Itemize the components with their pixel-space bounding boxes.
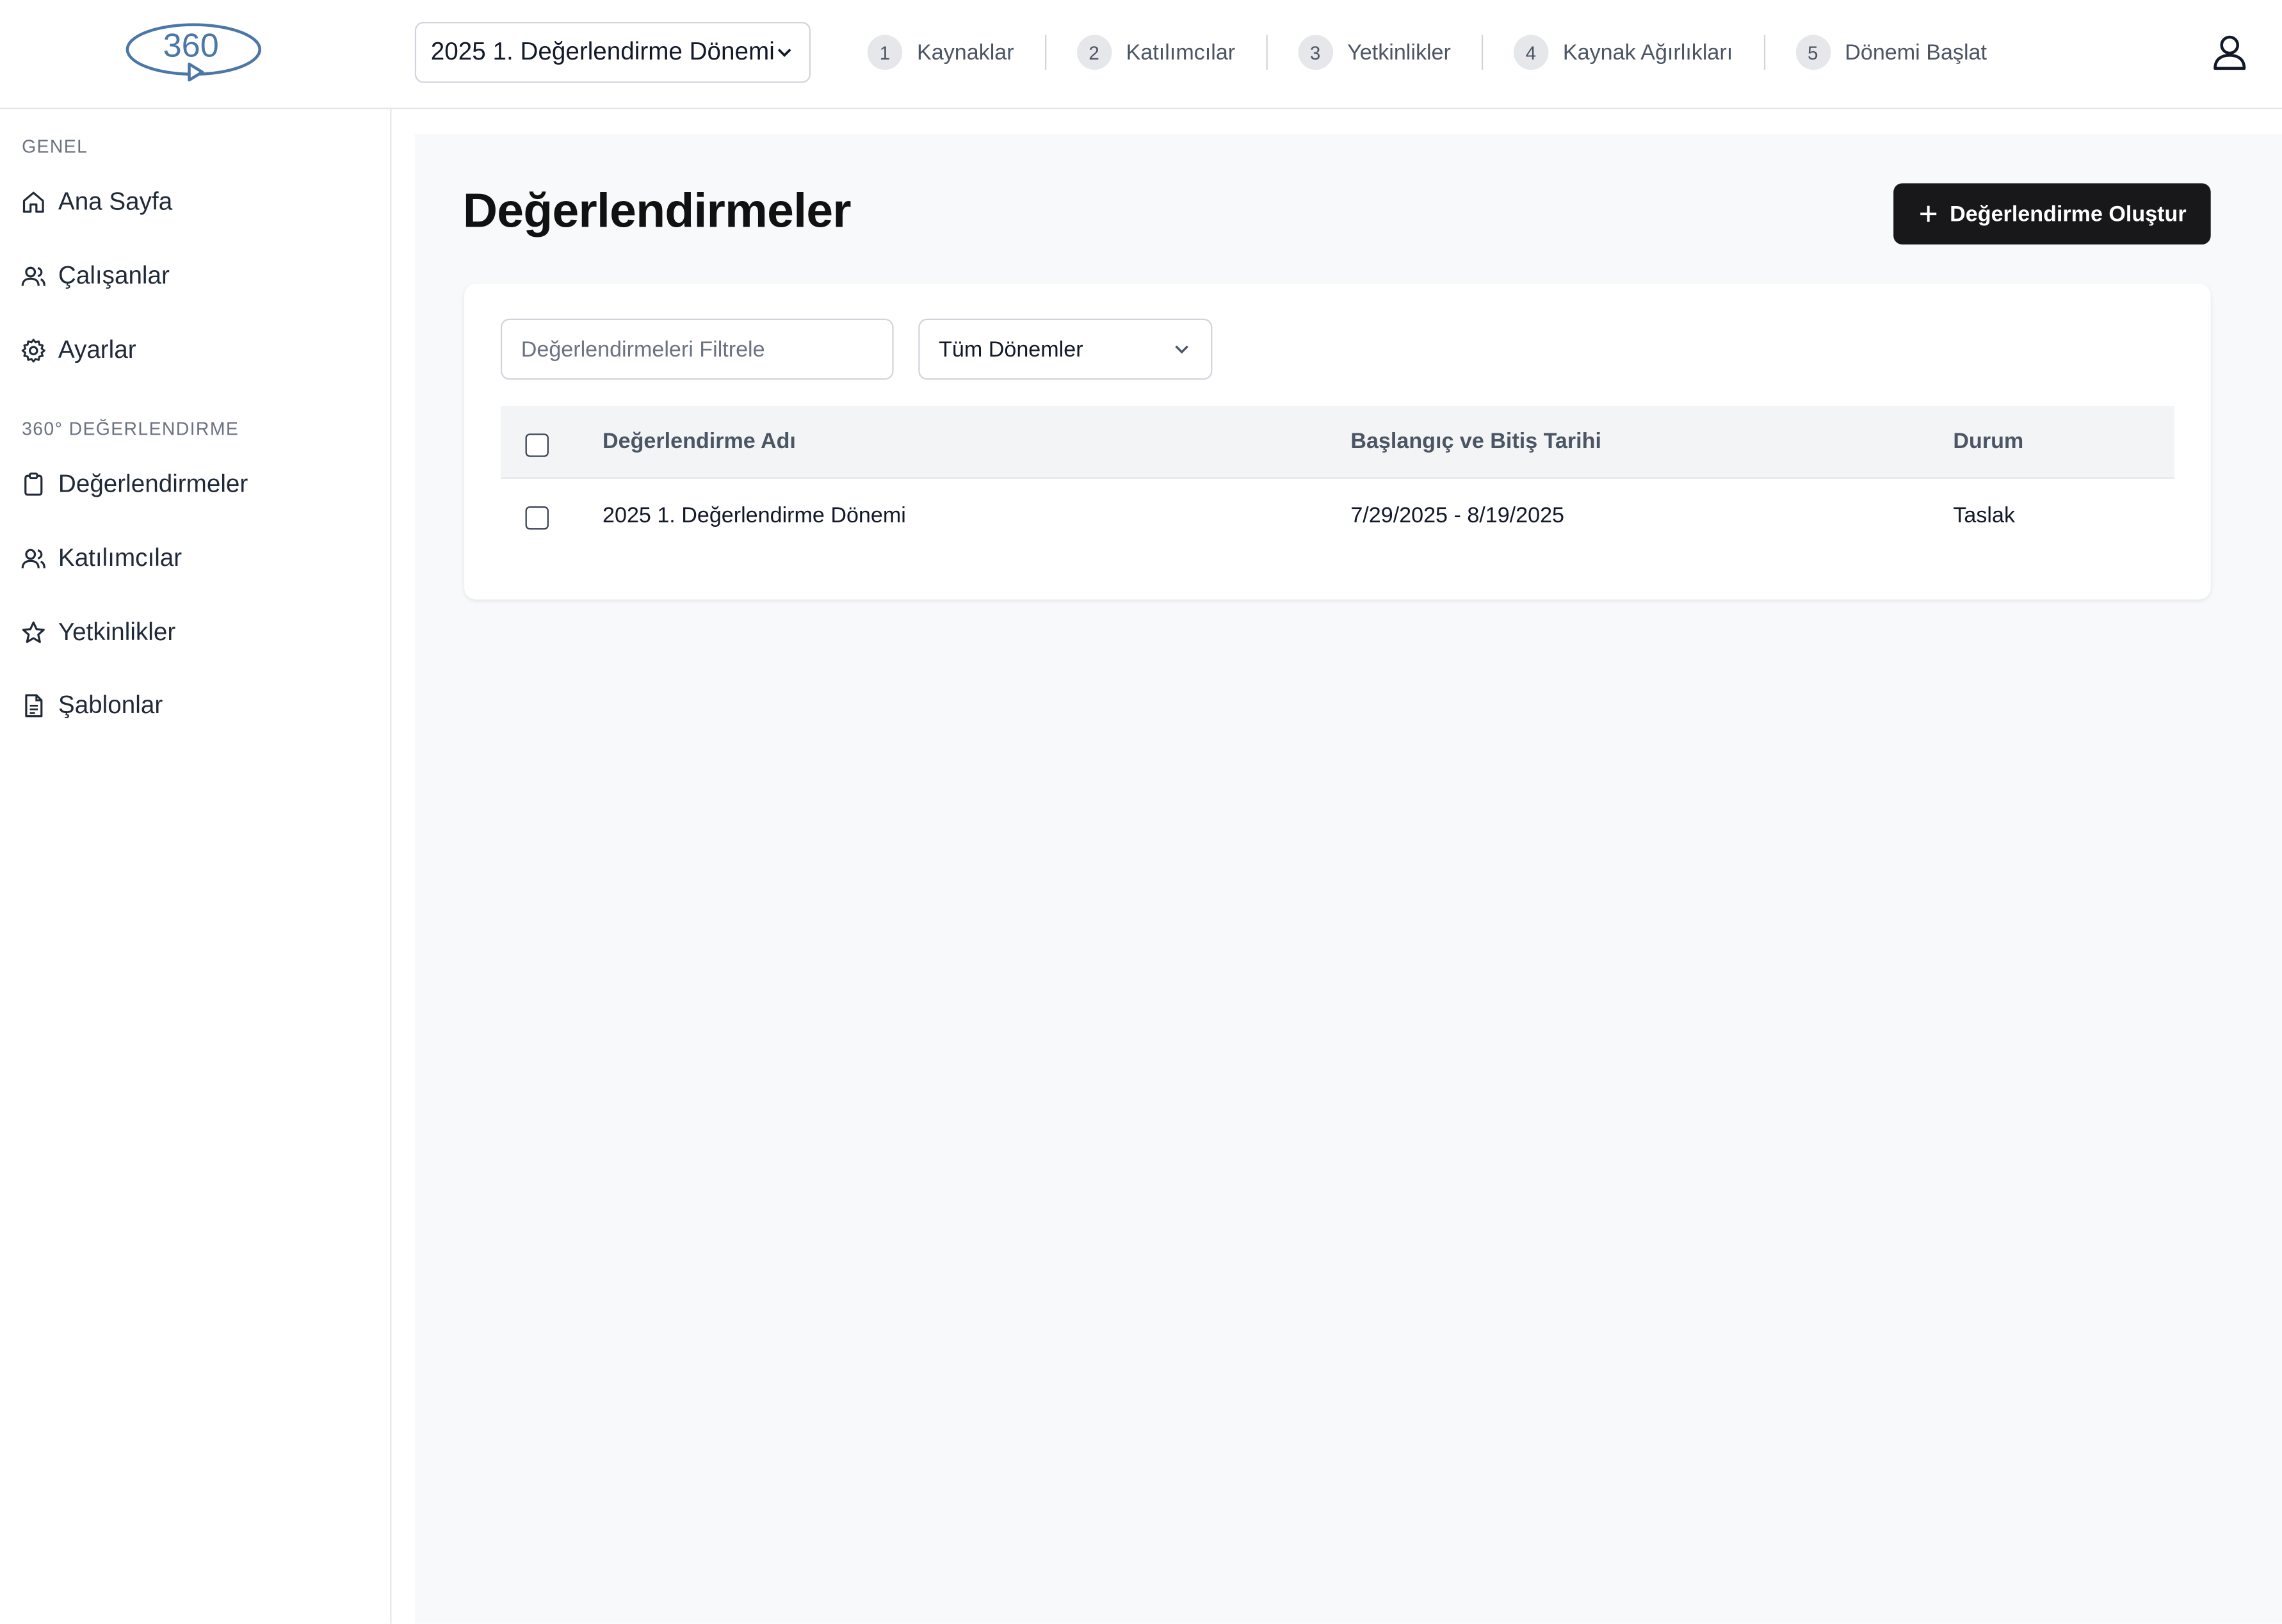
sidebar-item-label: Katılımcılar [58, 544, 182, 572]
step-kaynak-agirliklari[interactable]: 4 Kaynak Ağırlıkları [1513, 35, 1733, 70]
table-header: Değerlendirme Adı Başlangıç ve Bitiş Tar… [500, 406, 2174, 479]
sidebar-item-label: Ana Sayfa [58, 188, 173, 216]
sidebar-item-calisanlar[interactable]: Çalışanlar [20, 262, 170, 291]
sidebar-item-sablonlar[interactable]: Şablonlar [20, 691, 163, 720]
clipboard-icon [24, 472, 43, 496]
sidebar-item-ayarlar[interactable]: Ayarlar [20, 336, 136, 365]
sidebar-item-degerlendirmeler[interactable]: Değerlendirmeler [20, 470, 248, 499]
column-header-dates[interactable]: Başlangıç ve Bitiş Tarihi [1350, 430, 1601, 454]
step-label: Yetkinlikler [1347, 40, 1451, 65]
app-root: 360 2025 1. Değerlendirme Dönemi 1 Kayna… [0, 0, 2282, 1624]
step-divider [1044, 35, 1046, 70]
logo-360[interactable]: 360 [125, 20, 264, 88]
filter-input[interactable] [500, 318, 894, 380]
sidebar-item-label: Ayarlar [58, 336, 136, 364]
period-selector[interactable]: 2025 1. Değerlendirme Dönemi [414, 22, 811, 83]
evaluation-name[interactable]: 2025 1. Değerlendirme Dönemi [603, 503, 906, 528]
sidebar-item-label: Çalışanlar [58, 262, 170, 290]
step-number: 1 [867, 35, 903, 70]
users-icon [21, 266, 45, 286]
period-selector-value: 2025 1. Değerlendirme Dönemi [430, 38, 775, 66]
star-icon [22, 621, 45, 643]
sidebar-item-katilimcilar[interactable]: Katılımcılar [20, 544, 182, 573]
step-divider [1481, 35, 1483, 70]
chevron-down-icon [777, 48, 791, 57]
step-number: 5 [1795, 35, 1831, 70]
step-label: Dönemi Başlat [1845, 40, 1987, 65]
step-divider [1763, 35, 1765, 70]
setup-steps: 1 Kaynaklar 2 Katılımcılar 3 Yetkinlikle… [867, 22, 1987, 83]
step-number: 4 [1513, 35, 1549, 70]
step-label: Kaynaklar [916, 40, 1014, 65]
plus-icon [1920, 205, 1936, 222]
period-filter-value: Tüm Dönemler [939, 337, 1083, 362]
select-all-checkbox[interactable] [525, 433, 549, 457]
create-evaluation-button[interactable]: Değerlendirme Oluştur [1893, 183, 2211, 245]
step-label: Kaynak Ağırlıkları [1562, 40, 1733, 65]
users-icon [21, 549, 45, 568]
table-row[interactable]: 2025 1. Değerlendirme Dönemi 7/29/2025 -… [501, 479, 2174, 566]
chevron-down-icon [1175, 345, 1188, 354]
page-title: Değerlendirmeler [462, 183, 852, 237]
gear-icon [21, 339, 45, 363]
step-kaynaklar[interactable]: 1 Kaynaklar [867, 35, 1014, 70]
sidebar-item-ana-sayfa[interactable]: Ana Sayfa [20, 188, 172, 216]
sidebar-section-title: GENEL [22, 136, 88, 157]
home-icon [22, 191, 44, 213]
step-katilimcilar[interactable]: 2 Katılımcılar [1076, 35, 1235, 70]
step-divider [1265, 35, 1268, 70]
user-icon[interactable] [2209, 32, 2250, 73]
row-checkbox[interactable] [525, 506, 549, 530]
step-label: Katılımcılar [1126, 40, 1236, 65]
evaluation-dates: 7/29/2025 - 8/19/2025 [1350, 503, 1565, 529]
sidebar-item-yetkinlikler[interactable]: Yetkinlikler [20, 618, 175, 647]
evaluation-status: Taslak [1953, 503, 2016, 529]
step-donemi-baslat[interactable]: 5 Dönemi Başlat [1795, 35, 1987, 70]
period-filter-select[interactable]: Tüm Dönemler [918, 318, 1213, 380]
column-header-name[interactable]: Değerlendirme Adı [603, 430, 796, 454]
step-number: 2 [1076, 35, 1112, 70]
create-evaluation-label: Değerlendirme Oluştur [1950, 201, 2187, 227]
svg-text:360: 360 [163, 28, 219, 65]
step-yetkinlikler[interactable]: 3 Yetkinlikler [1297, 35, 1451, 70]
sidebar-item-label: Değerlendirmeler [58, 470, 248, 498]
sidebar-item-label: Şablonlar [58, 691, 163, 719]
sidebar: GENEL Ana Sayfa Çalışanlar Ayarlar 360° … [0, 109, 392, 1624]
evaluations-card: Tüm Dönemler Değerlendirme Adı Başlangıç… [464, 284, 2211, 600]
document-icon [25, 694, 43, 718]
step-number: 3 [1297, 35, 1333, 70]
sidebar-item-label: Yetkinlikler [58, 618, 176, 647]
sidebar-section-title: 360° DEĞERLENDIRME [22, 419, 239, 440]
top-bar: 360 2025 1. Değerlendirme Dönemi 1 Kayna… [0, 0, 2282, 109]
column-header-status[interactable]: Durum [1953, 430, 2023, 454]
